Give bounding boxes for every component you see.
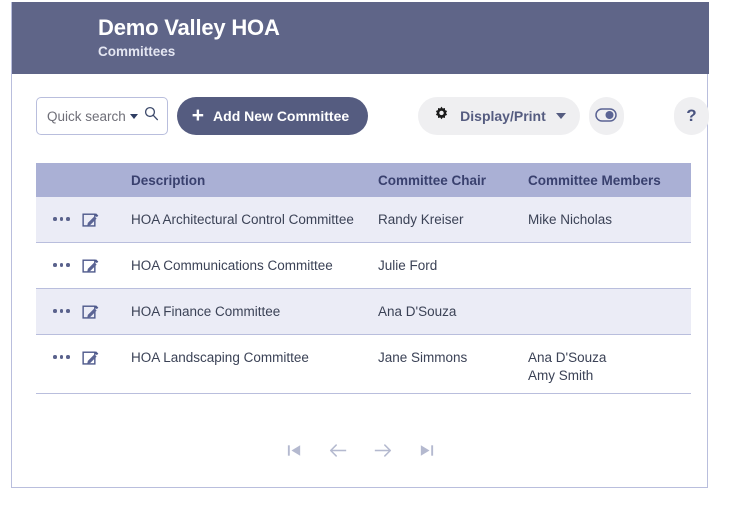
cell-members: Ana D'Souza Amy Smith <box>528 350 607 383</box>
row-actions <box>36 349 131 371</box>
column-header-members: Committee Members <box>528 172 661 188</box>
display-print-button[interactable]: Display/Print <box>418 97 580 135</box>
arrow-left-icon <box>328 444 348 462</box>
table-row[interactable]: HOA Communications Committee Julie Ford <box>36 243 691 289</box>
add-new-committee-label: Add New Committee <box>213 108 350 124</box>
row-actions <box>36 211 131 233</box>
app-header: Demo Valley HOA Committees <box>12 2 709 74</box>
page-subtitle: Committees <box>98 44 176 59</box>
search-icon[interactable] <box>144 106 159 126</box>
cell-chair: Julie Ford <box>378 258 438 273</box>
cell-description: HOA Landscaping Committee <box>131 350 309 365</box>
more-options-icon[interactable] <box>53 355 70 359</box>
toolbar: Quick search + Add New Committee Display… <box>12 74 709 158</box>
edit-icon[interactable] <box>81 349 99 371</box>
cell-chair: Ana D'Souza <box>378 304 457 319</box>
toggle-view-button[interactable] <box>588 97 624 135</box>
chevron-down-icon[interactable] <box>129 113 138 119</box>
more-options-icon[interactable] <box>53 217 70 221</box>
committees-table: Description Committee Chair Committee Me… <box>36 163 691 394</box>
table-row[interactable]: HOA Architectural Control Committee Rand… <box>36 197 691 243</box>
edit-icon[interactable] <box>81 303 99 325</box>
column-header-description: Description <box>131 172 206 188</box>
first-page-button[interactable] <box>284 440 305 461</box>
add-new-committee-button[interactable]: + Add New Committee <box>176 97 369 135</box>
toggle-switch-icon <box>595 107 618 125</box>
display-print-label: Display/Print <box>460 108 546 124</box>
cell-description: HOA Communications Committee <box>131 258 333 273</box>
cell-chair: Jane Simmons <box>378 350 468 365</box>
page-title: Demo Valley HOA <box>98 15 280 40</box>
column-header-chair: Committee Chair <box>378 172 487 188</box>
search-box[interactable]: Quick search <box>36 97 168 135</box>
next-page-button[interactable] <box>371 440 395 461</box>
row-actions <box>36 257 131 279</box>
row-actions <box>36 303 131 325</box>
more-options-icon[interactable] <box>53 309 70 313</box>
committees-card: Demo Valley HOA Committees Quick search … <box>11 2 709 488</box>
search-input[interactable]: Quick search <box>47 109 126 124</box>
gear-icon <box>433 106 450 126</box>
chevron-down-icon <box>555 113 566 119</box>
plus-icon: + <box>191 103 205 127</box>
edit-icon[interactable] <box>81 257 99 279</box>
page-root: Demo Valley HOA Committees Quick search … <box>0 0 730 509</box>
last-page-button[interactable] <box>416 440 437 461</box>
pagination <box>12 440 709 461</box>
question-mark-icon: ? <box>686 106 697 125</box>
help-button[interactable]: ? <box>673 97 709 135</box>
previous-page-button[interactable] <box>326 440 350 461</box>
cell-members: Mike Nicholas <box>528 212 613 227</box>
table-row[interactable]: HOA Finance Committee Ana D'Souza <box>36 289 691 335</box>
cell-description: HOA Finance Committee <box>131 304 281 319</box>
cell-description: HOA Architectural Control Committee <box>131 212 354 227</box>
arrow-right-icon <box>373 444 393 462</box>
more-options-icon[interactable] <box>53 263 70 267</box>
last-page-icon <box>418 445 435 462</box>
cell-chair: Randy Kreiser <box>378 212 464 227</box>
table-row[interactable]: HOA Landscaping Committee Jane Simmons A… <box>36 335 691 394</box>
first-page-icon <box>286 445 303 462</box>
edit-icon[interactable] <box>81 211 99 233</box>
table-header-row: Description Committee Chair Committee Me… <box>36 163 691 197</box>
